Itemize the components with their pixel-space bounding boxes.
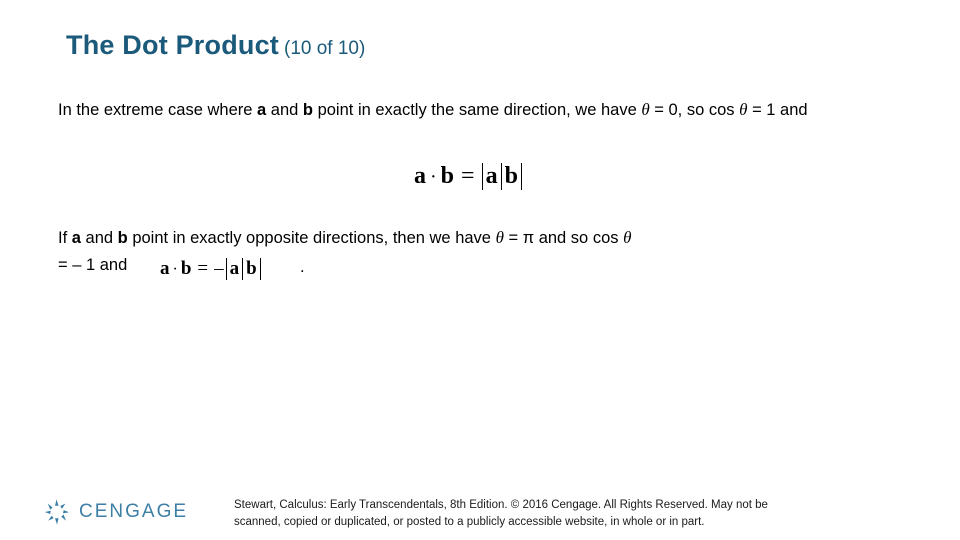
f2-minus: – — [214, 258, 224, 279]
p1-theta-1: θ — [641, 100, 650, 119]
f1-dot-operator: · — [430, 166, 437, 188]
f1-magnitude-a: a — [481, 163, 502, 190]
f1-vector-a: a — [414, 163, 426, 189]
p2-seg3: point in exactly opposite directions, th… — [127, 229, 496, 247]
formula-trailing-period: . — [300, 258, 305, 276]
p1-seg4: = 0, so cos — [649, 101, 740, 119]
p2-theta-1: θ — [495, 228, 504, 247]
footer-line-2: scanned, copied or duplicated, or posted… — [234, 515, 705, 528]
p1-seg2: and — [266, 101, 303, 119]
p2-seg1: If — [58, 229, 72, 247]
p1-seg3: point in exactly the same direction, we … — [313, 101, 642, 119]
f1-equals: = — [461, 163, 475, 189]
f2-magnitude-a: a — [225, 258, 244, 280]
p1-seg1: In the extreme case where — [58, 101, 258, 119]
page-title: The Dot Product (10 of 10) — [66, 30, 365, 61]
p2-seg4: = π and so cos — [503, 229, 624, 247]
cengage-logo-text: CENGAGE — [79, 501, 189, 522]
copyright-footer: Stewart, Calculus: Early Transcendentals… — [234, 497, 894, 530]
p2-seg5: = – 1 and — [58, 255, 128, 274]
formula-same-direction: a · b = a b — [414, 163, 522, 190]
p2-vector-b: b — [117, 229, 128, 247]
f1-vector-b: b — [440, 163, 455, 189]
f1-magnitude-b: b — [502, 163, 522, 190]
f2-vector-a: a — [160, 258, 170, 279]
slide-canvas: The Dot Product (10 of 10) In the extreme… — [0, 0, 960, 540]
cengage-logo: CENGAGE — [42, 497, 188, 527]
f2-dot-operator: · — [172, 261, 178, 278]
p2-theta-2: θ — [623, 228, 632, 247]
page-title-counter: (10 of 10) — [284, 38, 366, 59]
f2-equals: = — [197, 258, 209, 279]
p2-vector-a: a — [71, 229, 81, 247]
footer-line-1: Stewart, Calculus: Early Transcendentals… — [234, 499, 768, 511]
formula-opposite-direction: a · b = – a b — [160, 258, 261, 280]
f2-magnitude-b: b — [243, 258, 261, 280]
p2-seg2: and — [80, 229, 118, 247]
f2-vector-b: b — [180, 258, 192, 279]
cengage-logo-mark-icon — [42, 497, 72, 527]
p1-seg5: = 1 and — [747, 101, 808, 119]
p1-vector-a: a — [257, 101, 267, 119]
p1-vector-b: b — [302, 101, 313, 119]
paragraph-one: In the extreme case where a and b point … — [58, 96, 918, 124]
page-title-main: The Dot Product — [66, 30, 279, 60]
